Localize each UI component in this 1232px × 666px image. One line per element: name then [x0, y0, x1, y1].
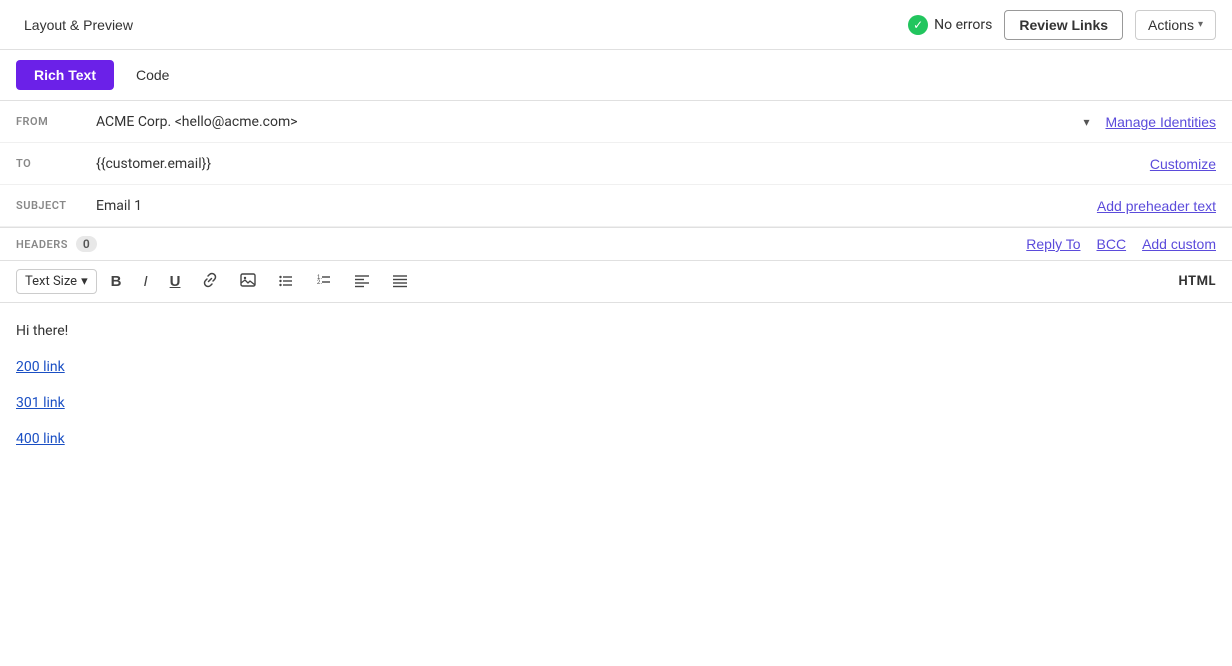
- headers-count-badge: 0: [76, 236, 97, 252]
- to-value[interactable]: {{customer.email}}: [96, 156, 1150, 172]
- add-preheader-link[interactable]: Add preheader text: [1097, 198, 1216, 214]
- headers-left: HEADERS 0: [16, 236, 97, 252]
- justify-icon: [392, 272, 408, 291]
- toolbar-left: Text Size ▾ B I U: [16, 267, 416, 296]
- bold-icon: B: [111, 273, 122, 290]
- link-200[interactable]: 200 link: [16, 359, 1216, 375]
- align-left-button[interactable]: [346, 267, 378, 296]
- html-label[interactable]: HTML: [1179, 274, 1216, 289]
- tab-rich-text[interactable]: Rich Text: [16, 60, 114, 90]
- top-bar-right: ✓ No errors Review Links Actions ▾: [908, 10, 1216, 40]
- ordered-list-button[interactable]: 1. 2.: [308, 267, 340, 296]
- from-dropdown-icon[interactable]: ▾: [1083, 115, 1089, 129]
- from-label: FROM: [16, 115, 96, 128]
- link-button[interactable]: [194, 267, 226, 296]
- chevron-down-icon: ▾: [1198, 19, 1203, 30]
- link-400[interactable]: 400 link: [16, 431, 1216, 447]
- ordered-list-icon: 1. 2.: [316, 272, 332, 291]
- checkmark-icon: ✓: [908, 15, 928, 35]
- layout-preview-button[interactable]: Layout & Preview: [16, 13, 141, 37]
- no-errors-indicator: ✓ No errors: [908, 15, 992, 35]
- image-icon: [240, 272, 256, 291]
- actions-label: Actions: [1148, 17, 1194, 33]
- link-301[interactable]: 301 link: [16, 395, 1216, 411]
- text-size-selector[interactable]: Text Size ▾: [16, 269, 97, 294]
- underline-icon: U: [170, 273, 181, 290]
- tab-bar: Rich Text Code: [0, 50, 1232, 101]
- text-size-chevron-icon: ▾: [81, 274, 88, 289]
- customize-link[interactable]: Customize: [1150, 156, 1216, 172]
- from-value: ACME Corp. <hello@acme.com>: [96, 114, 1075, 130]
- text-size-label: Text Size: [25, 274, 77, 289]
- from-field-row: FROM ACME Corp. <hello@acme.com> ▾ Manag…: [0, 101, 1232, 143]
- reply-to-link[interactable]: Reply To: [1026, 236, 1080, 252]
- italic-icon: I: [143, 273, 147, 290]
- subject-field-row: SUBJECT Email 1 Add preheader text: [0, 185, 1232, 227]
- toolbar: Text Size ▾ B I U: [0, 261, 1232, 303]
- headers-row: HEADERS 0 Reply To BCC Add custom: [0, 228, 1232, 261]
- subject-value[interactable]: Email 1: [96, 198, 1097, 214]
- italic-button[interactable]: I: [135, 268, 155, 295]
- add-custom-link[interactable]: Add custom: [1142, 236, 1216, 252]
- unordered-list-button[interactable]: [270, 267, 302, 296]
- to-field-row: TO {{customer.email}} Customize: [0, 143, 1232, 185]
- editor-area[interactable]: Hi there! 200 link 301 link 400 link: [0, 303, 1232, 603]
- headers-label: HEADERS: [16, 238, 68, 251]
- review-links-button[interactable]: Review Links: [1004, 10, 1123, 40]
- to-label: TO: [16, 157, 96, 170]
- email-fields: FROM ACME Corp. <hello@acme.com> ▾ Manag…: [0, 101, 1232, 228]
- manage-identities-link[interactable]: Manage Identities: [1105, 114, 1216, 130]
- headers-actions: Reply To BCC Add custom: [1026, 236, 1216, 252]
- justify-button[interactable]: [384, 267, 416, 296]
- tab-code[interactable]: Code: [118, 60, 187, 90]
- link-icon: [202, 272, 218, 291]
- no-errors-label: No errors: [934, 17, 992, 33]
- top-bar: Layout & Preview ✓ No errors Review Link…: [0, 0, 1232, 50]
- subject-label: SUBJECT: [16, 199, 96, 212]
- actions-button[interactable]: Actions ▾: [1135, 10, 1216, 40]
- greeting-text: Hi there!: [16, 323, 1216, 339]
- svg-text:2.: 2.: [317, 280, 322, 286]
- underline-button[interactable]: U: [162, 268, 189, 295]
- align-left-icon: [354, 272, 370, 291]
- unordered-list-icon: [278, 272, 294, 291]
- top-bar-left: Layout & Preview: [16, 13, 141, 37]
- bold-button[interactable]: B: [103, 268, 130, 295]
- bcc-link[interactable]: BCC: [1097, 236, 1127, 252]
- image-button[interactable]: [232, 267, 264, 296]
